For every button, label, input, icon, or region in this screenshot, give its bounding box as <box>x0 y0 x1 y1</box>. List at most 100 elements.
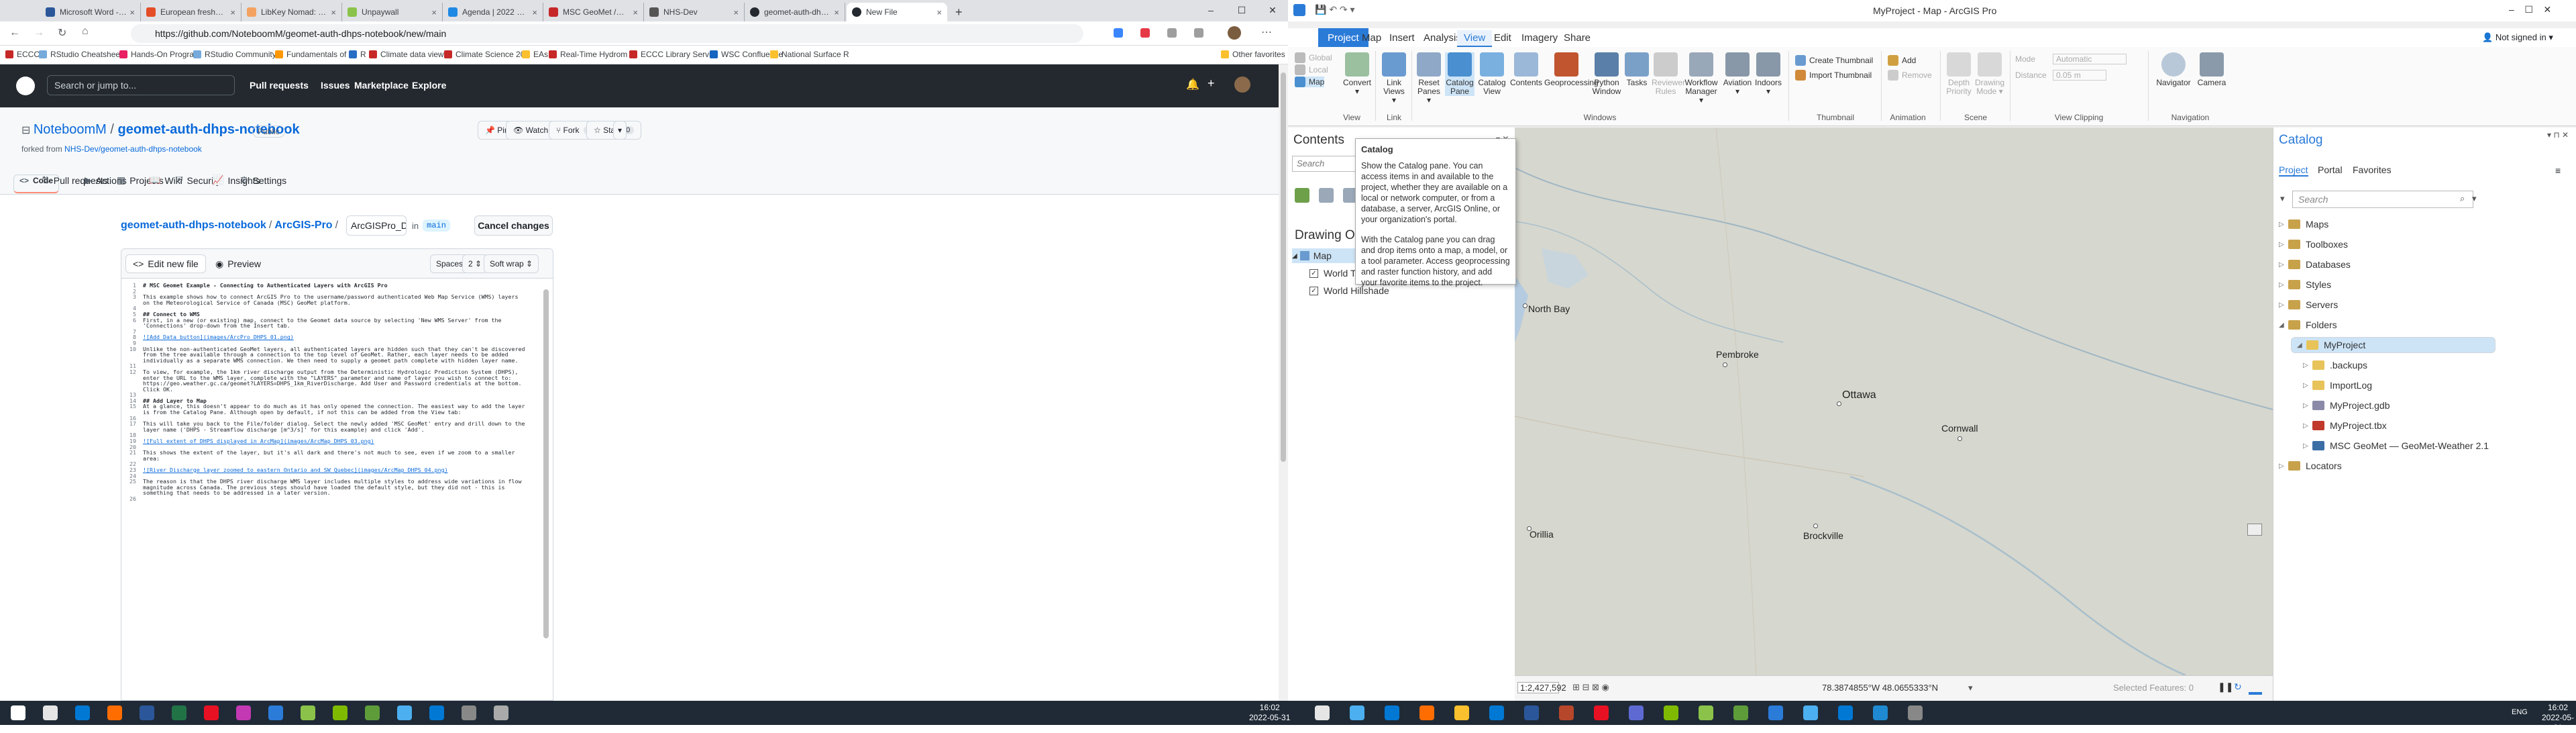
bookmark[interactable]: ECCC Library Servic <box>629 50 715 59</box>
expand-icon[interactable]: ▷ <box>2279 241 2288 248</box>
code-textarea[interactable]: 1 # MSC Geomet Example - Connecting to Au… <box>121 283 553 700</box>
close-tab-icon[interactable]: × <box>129 7 135 17</box>
forked-from-link[interactable]: NHS-Dev/geomet-auth-dhps-notebook <box>64 144 202 154</box>
code-line[interactable]: 26 <box>121 496 553 502</box>
breadcrumb-folder-link[interactable]: ArcGIS-Pro <box>274 219 332 232</box>
extension-icon[interactable] <box>1114 28 1123 38</box>
catalog-item[interactable]: ▷ Locators <box>2279 458 2342 474</box>
bookmark[interactable]: Real-Time Hydrom <box>549 50 627 59</box>
taskbar-app-icon[interactable] <box>1559 705 1574 720</box>
start-icon[interactable] <box>11 705 25 720</box>
browser-tab[interactable]: Microsoft Word - geom× <box>40 3 141 21</box>
layer-visibility-checkbox[interactable]: ✓ <box>1309 286 1318 295</box>
bookmark[interactable]: EAs <box>522 50 548 59</box>
favorites-icon[interactable] <box>1194 28 1203 38</box>
map-view[interactable]: North Bay Pembroke Ottawa Cornwall Orill… <box>1515 128 2273 675</box>
breadcrumb-repo-link[interactable]: geomet-auth-dhps-notebook <box>121 219 266 232</box>
code-line[interactable]: 23 ![River Discharge layer zoomed to east… <box>121 467 553 473</box>
browser-tab[interactable]: NHS-Dev × <box>644 3 745 21</box>
reset-panes-button[interactable]: Reset Panes ▾ <box>1415 52 1442 105</box>
browser-tab[interactable]: MSC GeoMet /GeoMet× <box>543 3 644 21</box>
taskbar-app-icon[interactable] <box>43 705 58 720</box>
expand-icon[interactable]: ▷ <box>2279 301 2288 309</box>
create-thumbnail-button[interactable]: Create Thumbnail <box>1795 55 1873 66</box>
bookmark-folder[interactable]: Other favorites <box>1221 50 1285 59</box>
expand-icon[interactable]: ▷ <box>2303 362 2312 369</box>
cancel-changes-button[interactable]: Cancel changes <box>474 215 553 236</box>
bookmark[interactable]: Climate Science 20 <box>444 50 525 59</box>
catalog-item[interactable]: ▷ Toolboxes <box>2279 236 2348 252</box>
tab-settings[interactable]: ⚙ Settings <box>240 175 286 186</box>
taskbar-app-icon[interactable] <box>75 705 90 720</box>
map-view-button[interactable]: Map <box>1295 77 1325 87</box>
code-line[interactable]: 25 The reason is that the DHPS river disc… <box>121 479 553 496</box>
taskbar-app-icon[interactable] <box>107 705 122 720</box>
taskbar-app-icon[interactable] <box>1733 705 1748 720</box>
nav-marketplace[interactable]: Marketplace <box>354 80 409 91</box>
catalog-item[interactable]: ◢ MyProject <box>2291 337 2496 353</box>
close-tab-icon[interactable]: × <box>532 7 537 17</box>
code-line[interactable]: 19 ![Full extent of DHPS displayed in Arc… <box>121 438 553 444</box>
quick-access-icons[interactable]: 💾 ↶ ↷ ▾ <box>1315 4 1355 15</box>
taskbar-app-icon[interactable] <box>1838 705 1853 720</box>
browser-tab[interactable]: LibKey Nomad: Technol× <box>241 3 342 21</box>
scale-select[interactable]: 1:2,427,592 <box>1517 682 1566 693</box>
bookmark[interactable]: ECCC <box>5 50 40 59</box>
taskbar-app-icon[interactable] <box>462 705 476 720</box>
taskbar-app-icon[interactable] <box>301 705 315 720</box>
contents-button[interactable]: Contents <box>1509 52 1543 87</box>
tab-edit[interactable]: Edit <box>1487 30 1518 46</box>
code-line[interactable]: 1 # MSC Geomet Example - Connecting to Au… <box>121 283 553 289</box>
expand-icon[interactable]: ▷ <box>2279 281 2288 289</box>
extension-icon[interactable] <box>1167 28 1177 38</box>
browser-tab[interactable]: European freshwater × <box>141 3 241 21</box>
local-button[interactable]: Local <box>1295 64 1328 75</box>
depth-priority-button[interactable]: Depth Priority <box>1945 52 1972 96</box>
taskbar-app-icon[interactable] <box>1699 705 1713 720</box>
link-views-button[interactable]: Link Views ▾ <box>1381 52 1407 105</box>
close-tab-icon[interactable]: × <box>431 7 437 17</box>
layer-visibility-checkbox[interactable]: ✓ <box>1309 268 1318 278</box>
filename-input[interactable]: ArcGISPro_DHPS_tutorial.md <box>346 215 407 236</box>
maximize-icon[interactable]: ☐ <box>2524 4 2533 15</box>
import-thumbnail-button[interactable]: Import Thumbnail <box>1795 70 1872 81</box>
close-icon[interactable]: ✕ <box>1257 0 1288 21</box>
taskbar-app-icon[interactable] <box>172 705 186 720</box>
maximize-icon[interactable]: ☐ <box>1226 0 1257 21</box>
pane-options-icon[interactable]: ▾ ⊓ ✕ <box>2547 130 2569 140</box>
clipping-distance-input[interactable]: 0.05 m <box>2053 70 2106 81</box>
catalog-tab-portal[interactable]: Portal <box>2318 164 2343 175</box>
browser-tab[interactable]: geomet-auth-dhps-no× <box>745 3 845 21</box>
chevron-down-icon[interactable]: ▾ <box>2472 193 2477 204</box>
browser-tab-active[interactable]: New File × <box>847 3 947 21</box>
reviewer-rules-button[interactable]: Reviewer Rules <box>1652 52 1685 96</box>
animation-add-button[interactable]: Add <box>1888 55 1916 66</box>
taskbar-app-icon[interactable] <box>429 705 444 720</box>
expand-icon[interactable]: ▷ <box>2303 402 2312 409</box>
catalog-pane-button[interactable]: Catalog Pane <box>1445 52 1474 96</box>
overview-icon[interactable] <box>2247 524 2262 536</box>
back-icon[interactable]: ← <box>9 27 20 39</box>
catalog-menu-icon[interactable]: ≡ <box>2555 165 2561 176</box>
list-by-source-icon[interactable] <box>1319 188 1334 203</box>
bookmark[interactable]: RStudio Community <box>193 50 276 59</box>
new-tab-button[interactable]: + <box>950 3 970 21</box>
animation-remove-button[interactable]: Remove <box>1888 70 1932 81</box>
taskbar-app-icon[interactable] <box>1873 705 1888 720</box>
taskbar-app-icon[interactable] <box>1664 705 1678 720</box>
minimize-icon[interactable]: – <box>1195 0 1226 21</box>
taskbar-app-icon[interactable] <box>204 705 219 720</box>
global-button[interactable]: Global <box>1295 52 1332 63</box>
github-search-input[interactable]: Search or jump to... <box>47 75 235 95</box>
tasks-button[interactable]: Tasks <box>1623 52 1650 87</box>
tab-insert[interactable]: Insert <box>1383 30 1421 46</box>
catalog-item[interactable]: ▷ Databases <box>2279 256 2351 273</box>
star-dropdown[interactable]: ▾ <box>613 121 627 140</box>
taskbar-app-icon[interactable] <box>494 705 508 720</box>
browser-tab[interactable]: Agenda | 2022 Esri Us× <box>443 3 543 21</box>
repo-owner-link[interactable]: NoteboomM <box>34 122 107 137</box>
extension-icon[interactable] <box>1140 28 1150 38</box>
close-tab-icon[interactable]: × <box>633 7 638 17</box>
bookmark[interactable]: Fundamentals of D <box>275 50 354 59</box>
taskbar-app-icon[interactable] <box>1629 705 1644 720</box>
